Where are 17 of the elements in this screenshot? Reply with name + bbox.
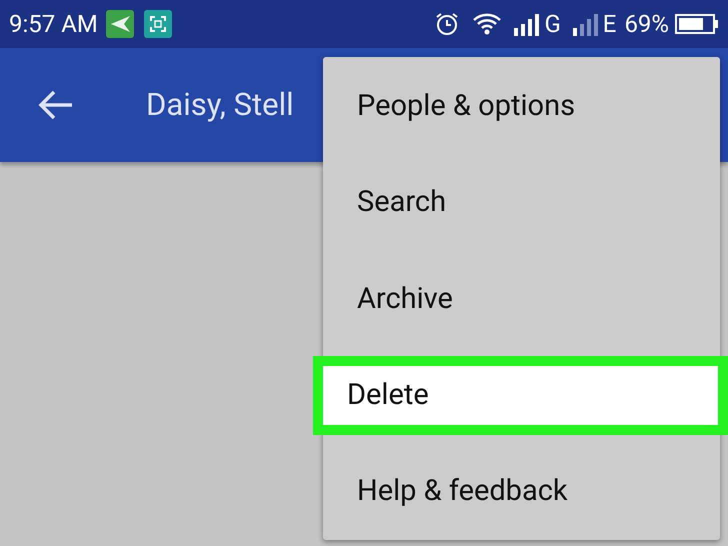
screenshot-icon	[144, 10, 172, 38]
send-icon	[106, 10, 134, 38]
menu-item[interactable]: Search	[323, 154, 720, 252]
status-time: 9:57 AM	[9, 9, 98, 40]
battery-percent: 69%	[624, 9, 669, 40]
battery-icon	[675, 14, 719, 34]
network-type: G	[544, 9, 561, 40]
back-arrow-icon	[38, 89, 74, 121]
menu-item[interactable]: Help & feedback	[323, 443, 720, 540]
menu-item[interactable]: Archive	[323, 251, 720, 348]
network-type: E	[602, 9, 616, 40]
menu-item[interactable]: Delete	[313, 356, 728, 436]
signal-icon	[572, 12, 601, 36]
menu-item[interactable]: People & options	[323, 58, 720, 155]
alarm-icon	[434, 11, 460, 37]
conversation-title: Daisy, Stell	[146, 84, 294, 125]
wifi-icon	[472, 12, 502, 36]
